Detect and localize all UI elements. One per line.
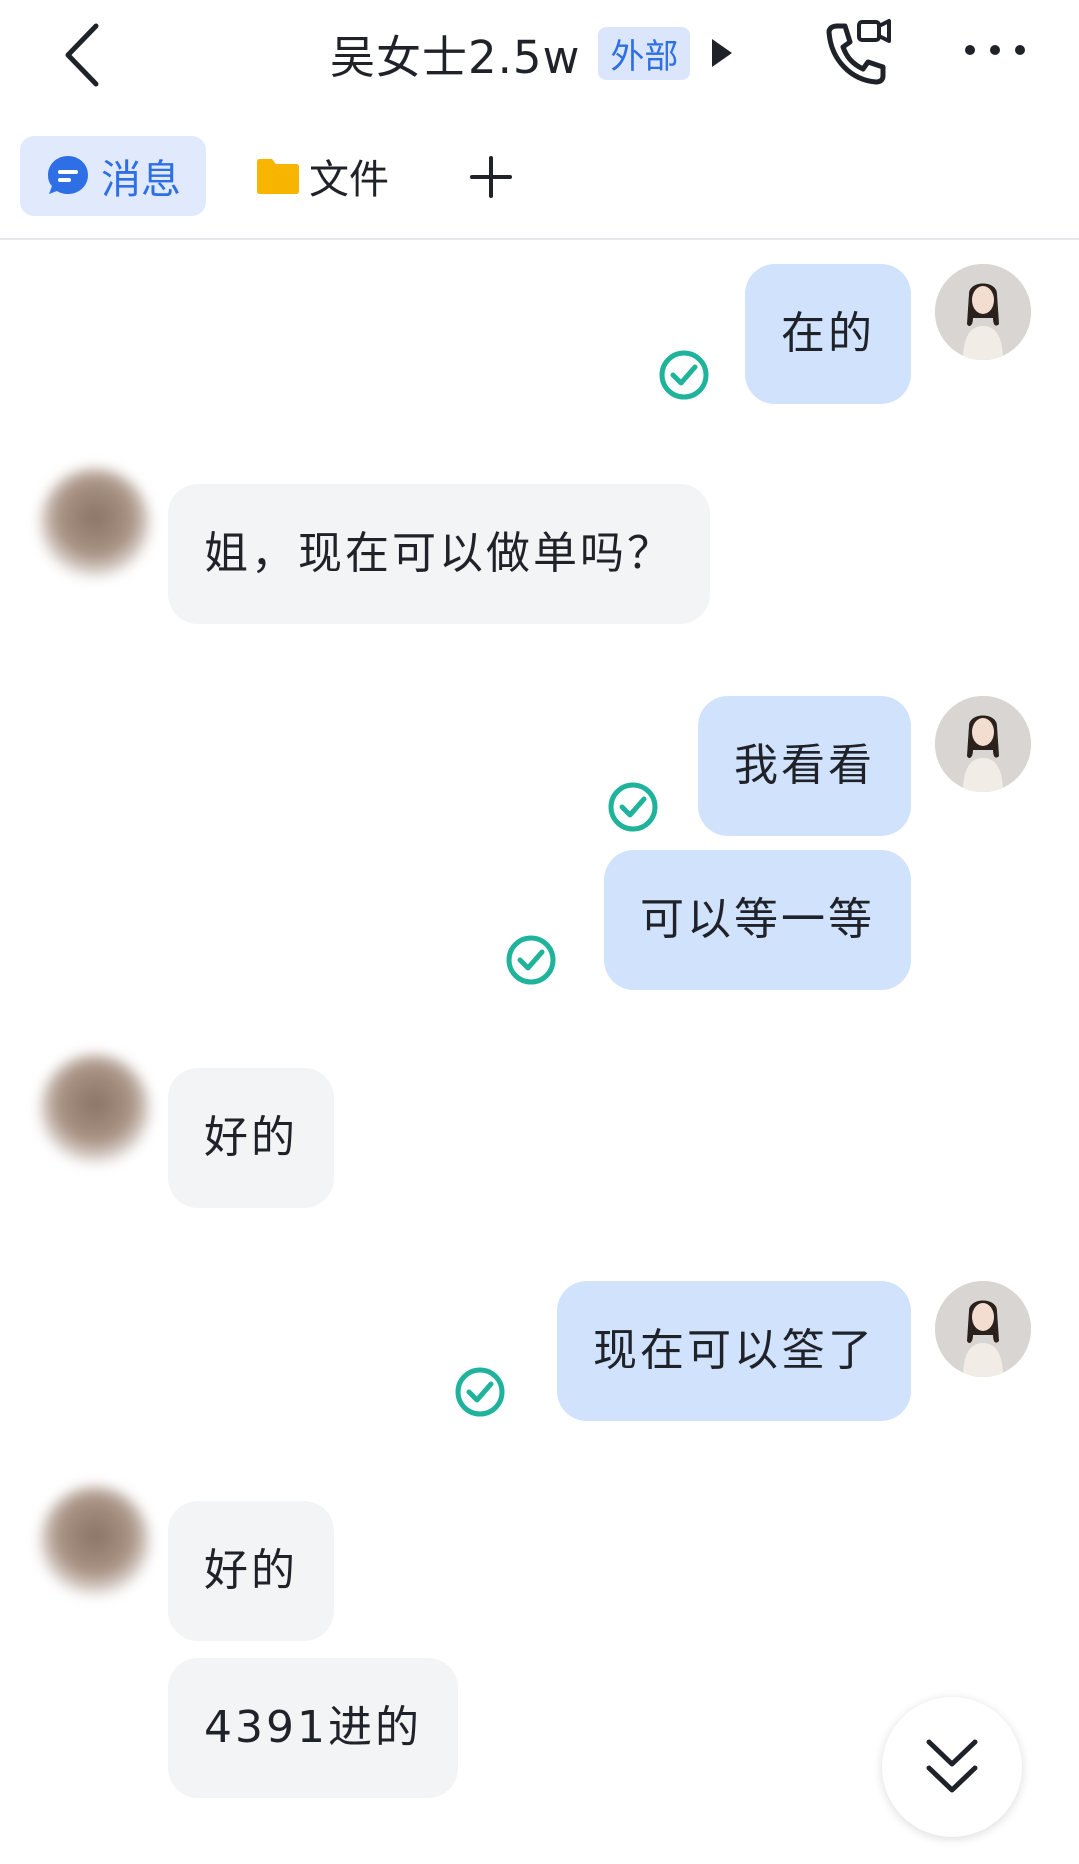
- play-triangle-icon: [712, 39, 733, 67]
- more-icon[interactable]: [960, 30, 1030, 70]
- contact-avatar[interactable]: [40, 468, 150, 578]
- person-portrait-icon: [935, 264, 1031, 360]
- message-bubble-incoming[interactable]: 好的: [168, 1068, 334, 1208]
- person-portrait-icon: [935, 1281, 1031, 1377]
- my-avatar[interactable]: [935, 1281, 1031, 1377]
- read-check-icon: [608, 782, 658, 832]
- tab-files-label: 文件: [309, 157, 389, 203]
- read-check-icon: [659, 350, 709, 400]
- header-divider: [0, 238, 1079, 240]
- message-bubble-outgoing[interactable]: 现在可以筌了: [557, 1281, 911, 1421]
- chat-bubble-icon: [48, 156, 88, 194]
- scroll-to-bottom-button[interactable]: [882, 1697, 1022, 1837]
- chat-title-bar[interactable]: 吴女士2.5w 外部: [330, 18, 733, 88]
- phone-video-icon[interactable]: [815, 14, 895, 94]
- message-bubble-outgoing[interactable]: 可以等一等: [604, 850, 911, 990]
- contact-avatar[interactable]: [40, 1054, 150, 1164]
- read-check-icon: [455, 1367, 505, 1417]
- tab-messages[interactable]: 消息: [20, 136, 206, 216]
- message-bubble-outgoing[interactable]: 在的: [745, 264, 911, 404]
- folder-icon: [257, 159, 299, 194]
- double-chevron-down-icon: [926, 1739, 978, 1793]
- person-portrait-icon: [935, 696, 1031, 792]
- message-bubble-incoming[interactable]: 4391进的: [168, 1658, 458, 1798]
- message-bubble-incoming[interactable]: 姐，现在可以做单吗？: [168, 484, 710, 624]
- read-check-icon: [506, 935, 556, 985]
- message-bubble-incoming[interactable]: 好的: [168, 1501, 334, 1641]
- tab-messages-label: 消息: [101, 157, 181, 203]
- external-badge: 外部: [598, 26, 691, 80]
- chat-title: 吴女士2.5w: [330, 30, 581, 84]
- my-avatar[interactable]: [935, 696, 1031, 792]
- tab-files[interactable]: 文件: [255, 136, 389, 216]
- contact-avatar[interactable]: [40, 1486, 150, 1596]
- add-tab-icon[interactable]: [470, 156, 512, 198]
- back-icon[interactable]: [58, 20, 108, 90]
- message-bubble-outgoing[interactable]: 我看看: [698, 696, 911, 836]
- my-avatar[interactable]: [935, 264, 1031, 360]
